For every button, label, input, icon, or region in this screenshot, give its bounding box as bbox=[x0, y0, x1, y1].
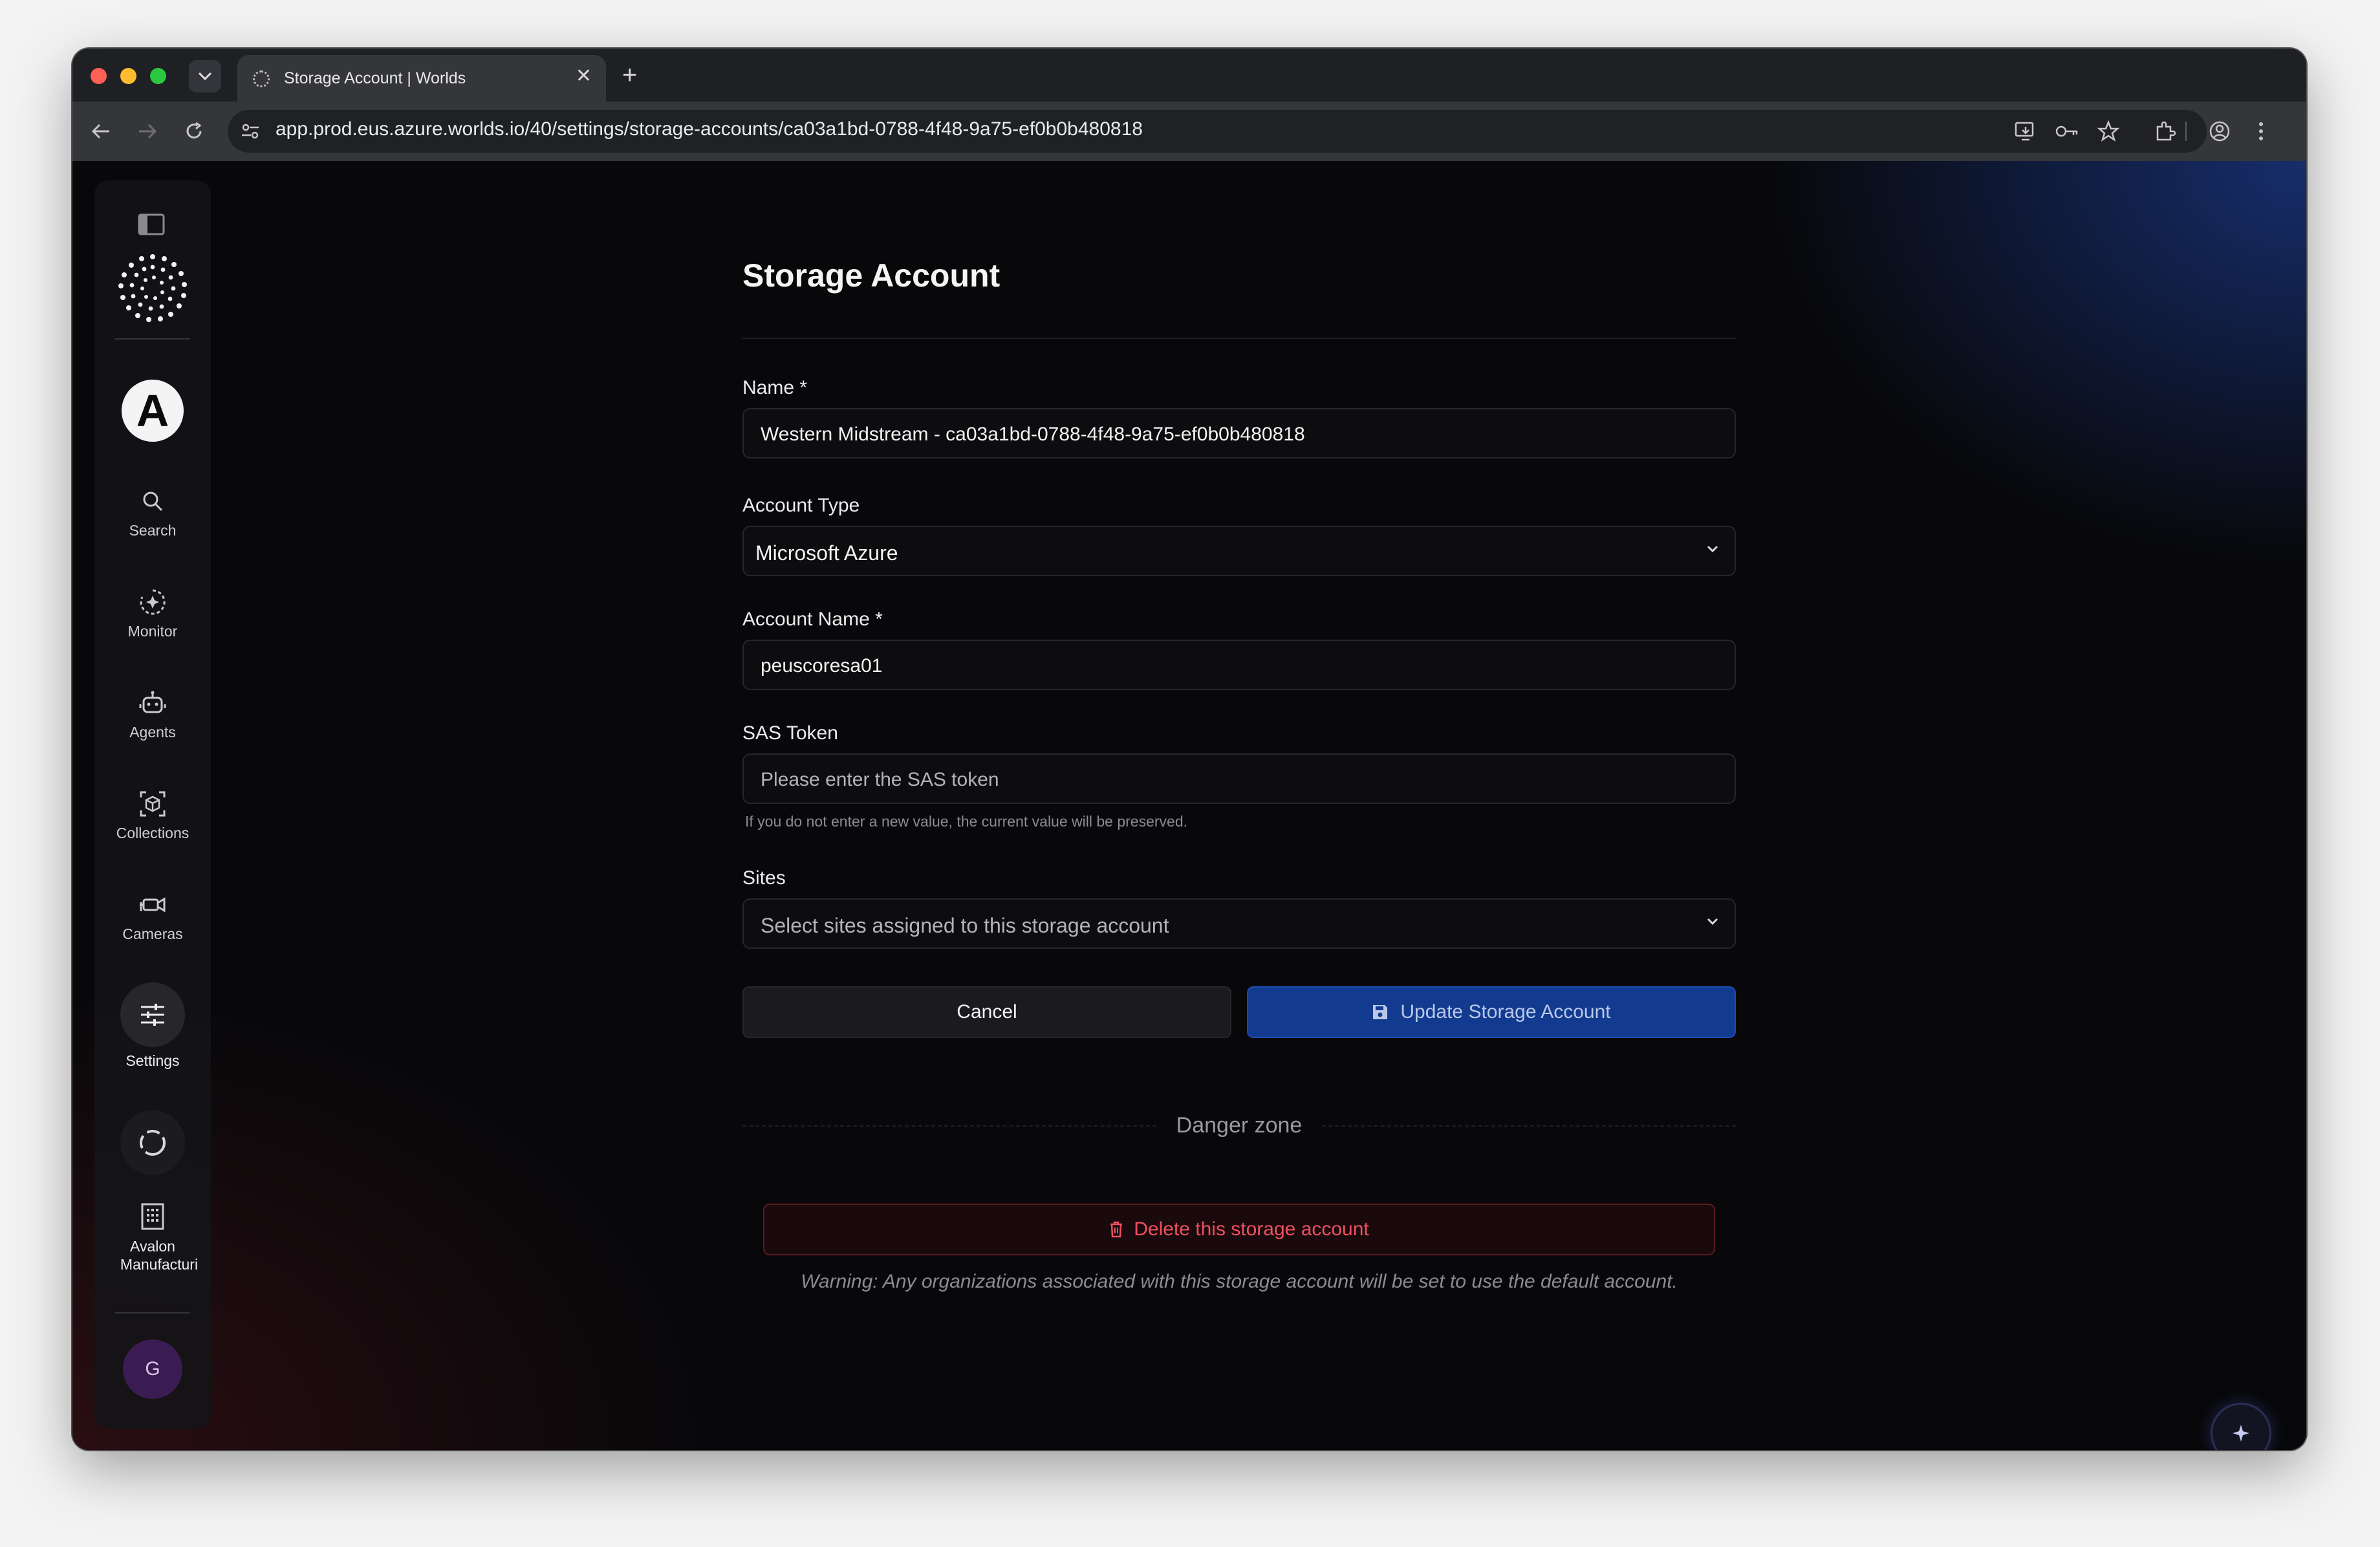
close-window-button[interactable] bbox=[91, 68, 107, 84]
sidebar-divider bbox=[115, 338, 190, 340]
loading-spinner-icon bbox=[120, 1110, 185, 1175]
sas-token-placeholder: Please enter the SAS token bbox=[761, 769, 999, 790]
arrow-left-icon bbox=[91, 124, 109, 139]
account-name-input[interactable]: peuscoresa01 bbox=[742, 640, 1736, 690]
settings-active-indicator bbox=[120, 982, 185, 1047]
account-type-value: Microsoft Azure bbox=[755, 541, 898, 565]
sidebar-item-collections[interactable]: Collections bbox=[94, 788, 211, 842]
arrow-right-icon bbox=[139, 124, 157, 139]
name-label: Name * bbox=[742, 377, 808, 398]
sidebar-item-label: Settings bbox=[125, 1052, 180, 1069]
sidebar-item-settings[interactable]: Settings bbox=[94, 982, 211, 1070]
delete-warning-text: Warning: Any organizations associated wi… bbox=[801, 1271, 1678, 1292]
maximize-window-button[interactable] bbox=[150, 68, 166, 84]
sas-token-label: SAS Token bbox=[742, 722, 838, 744]
account-name-value: peuscoresa01 bbox=[761, 655, 883, 676]
browser-toolbar: app.prod.eus.azure.worlds.io/40/settings… bbox=[72, 102, 2306, 161]
sidebar-divider bbox=[115, 1312, 190, 1314]
org-name-line1: Avalon bbox=[130, 1238, 175, 1255]
danger-zone-heading: Danger zone bbox=[1176, 1113, 1303, 1138]
user-avatar[interactable]: G bbox=[123, 1339, 182, 1399]
sidebar: A Search Monitor Agents Collections Came… bbox=[94, 180, 211, 1429]
trash-icon bbox=[1110, 1221, 1123, 1238]
sidebar-item-label: Monitor bbox=[127, 623, 178, 640]
sidebar-item-cameras[interactable]: Cameras bbox=[94, 889, 211, 943]
sparkle-icon bbox=[2233, 1425, 2249, 1442]
tab-bar: Storage Account | Worlds ✕ + bbox=[72, 49, 2306, 102]
reload-icon bbox=[186, 122, 202, 139]
forward-button[interactable] bbox=[132, 116, 163, 147]
page-content: A Search Monitor Agents Collections Came… bbox=[72, 161, 2306, 1450]
delete-button-label: Delete this storage account bbox=[1134, 1218, 1369, 1240]
url-text: app.prod.eus.azure.worlds.io/40/settings… bbox=[276, 118, 1143, 140]
browser-tab[interactable]: Storage Account | Worlds ✕ bbox=[237, 55, 606, 102]
title-divider bbox=[742, 338, 1736, 339]
bookmark-star-icon[interactable] bbox=[2095, 118, 2121, 144]
account-type-label: Account Type bbox=[742, 495, 860, 516]
building-icon bbox=[137, 1201, 168, 1232]
robot-icon bbox=[137, 687, 168, 719]
camera-icon bbox=[137, 889, 168, 920]
minimize-window-button[interactable] bbox=[120, 68, 136, 84]
chevron-down-icon bbox=[198, 72, 212, 81]
name-input[interactable]: Western Midstream - ca03a1bd-0788-4f48-9… bbox=[742, 408, 1736, 459]
cancel-button[interactable]: Cancel bbox=[742, 986, 1231, 1038]
sidebar-item-organization[interactable]: Avalon Manufacturi bbox=[94, 1201, 211, 1273]
site-settings-icon[interactable] bbox=[239, 120, 261, 142]
worlds-logo-icon[interactable] bbox=[118, 253, 188, 323]
sites-placeholder: Select sites assigned to this storage ac… bbox=[761, 914, 1169, 937]
sas-token-input[interactable]: Please enter the SAS token bbox=[742, 753, 1736, 804]
org-logo[interactable]: A bbox=[122, 380, 184, 442]
ai-assistant-button[interactable] bbox=[2211, 1403, 2271, 1450]
account-name-label: Account Name * bbox=[742, 609, 883, 630]
save-icon bbox=[1373, 1005, 1388, 1019]
extensions-icon[interactable] bbox=[2152, 118, 2178, 144]
update-storage-account-button[interactable]: Update Storage Account bbox=[1247, 986, 1736, 1038]
org-name-line2: Manufacturi bbox=[120, 1256, 199, 1273]
sites-select[interactable]: Select sites assigned to this storage ac… bbox=[742, 898, 1736, 949]
toggle-sidebar-icon[interactable] bbox=[137, 213, 166, 239]
search-icon bbox=[137, 486, 168, 517]
sites-label: Sites bbox=[742, 867, 786, 889]
account-type-select[interactable]: Microsoft Azure bbox=[742, 526, 1736, 576]
sidebar-item-label: Collections bbox=[116, 825, 189, 841]
cube-icon bbox=[137, 788, 168, 819]
sidebar-item-label: Agents bbox=[129, 724, 176, 741]
sidebar-item-label: Search bbox=[129, 522, 177, 539]
more-menu-icon[interactable] bbox=[2248, 118, 2274, 144]
profile-icon[interactable] bbox=[2207, 118, 2233, 144]
worlds-favicon-icon bbox=[253, 70, 270, 87]
install-app-icon[interactable] bbox=[2013, 118, 2039, 144]
chevron-down-icon bbox=[1707, 918, 1718, 925]
delete-storage-account-button[interactable]: Delete this storage account bbox=[763, 1204, 1715, 1255]
tab-close-icon[interactable]: ✕ bbox=[576, 65, 592, 87]
tab-search-button[interactable] bbox=[189, 60, 221, 92]
chevron-down-icon bbox=[1707, 545, 1718, 553]
sliders-icon bbox=[141, 1004, 164, 1026]
back-button[interactable] bbox=[85, 116, 116, 147]
toolbar-divider bbox=[2185, 118, 2187, 144]
cancel-button-label: Cancel bbox=[957, 1001, 1017, 1022]
sidebar-item-search[interactable]: Search bbox=[94, 486, 211, 539]
sidebar-item-label: Cameras bbox=[122, 925, 183, 942]
sidebar-item-agents[interactable]: Agents bbox=[94, 687, 211, 741]
tab-title: Storage Account | Worlds bbox=[284, 69, 466, 87]
update-button-label: Update Storage Account bbox=[1400, 1001, 1611, 1022]
new-tab-button[interactable]: + bbox=[622, 59, 637, 91]
password-key-icon[interactable] bbox=[2054, 118, 2080, 144]
name-value: Western Midstream - ca03a1bd-0788-4f48-9… bbox=[761, 424, 1305, 445]
sidebar-item-monitor[interactable]: Monitor bbox=[94, 587, 211, 640]
reload-button[interactable] bbox=[178, 116, 210, 147]
page-title: Storage Account bbox=[742, 257, 1001, 294]
monitor-icon bbox=[137, 587, 168, 618]
sas-token-hint: If you do not enter a new value, the cur… bbox=[745, 813, 1188, 830]
browser-window: Storage Account | Worlds ✕ + app.prod.eu… bbox=[72, 49, 2306, 1450]
